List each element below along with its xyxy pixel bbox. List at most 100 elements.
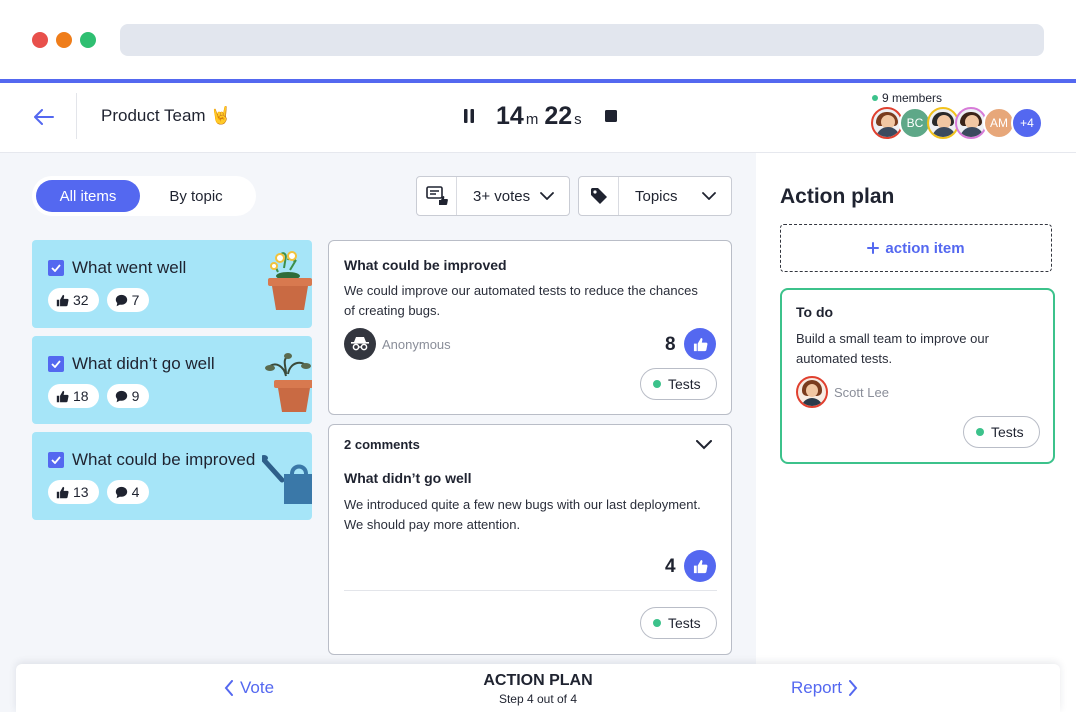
category-title: What could be improved	[72, 450, 256, 469]
app-header: Product Team 🤘 14 m 22 s 9 members BC AM +…	[0, 83, 1076, 153]
comment-icon	[115, 294, 127, 306]
window-close-dot[interactable]	[32, 32, 48, 48]
window-minimize-dot[interactable]	[56, 32, 72, 48]
upvote-button[interactable]	[684, 328, 716, 360]
topic-tag-label: Tests	[668, 615, 701, 631]
thumbs-up-icon	[693, 337, 707, 351]
window-maximize-dot[interactable]	[80, 32, 96, 48]
checkbox[interactable]	[48, 260, 64, 276]
header-divider	[76, 93, 77, 139]
assignee-name: Scott Lee	[834, 385, 889, 400]
comments-count-value: 4	[131, 484, 140, 500]
card-text: We could improve our automated tests to …	[344, 283, 698, 318]
todo-card[interactable]: To do Build a small team to improve our …	[780, 288, 1055, 464]
feedback-card: 2 comments What didn’t go well We introd…	[328, 424, 732, 655]
thumbs-up-icon	[693, 559, 707, 573]
comments-count-value: 7	[131, 292, 140, 308]
timer-minutes-unit: m	[525, 110, 539, 128]
comments-toggle[interactable]: 2 comments	[344, 437, 420, 452]
comment-icon	[115, 390, 127, 402]
pause-icon[interactable]	[460, 107, 478, 125]
comments-count: 4	[106, 480, 150, 504]
category-card[interactable]: What went well 32 7	[32, 240, 312, 328]
tag-color-dot	[653, 380, 661, 388]
view-all-items-tab[interactable]: All items	[36, 180, 140, 212]
assignee-avatar	[796, 376, 828, 408]
topic-tag-label: Tests	[668, 376, 701, 392]
flower-pot-illustration	[262, 248, 312, 320]
view-toggle: All items By topic	[32, 176, 256, 216]
browser-chrome	[0, 0, 1076, 80]
vote-count: 4	[665, 556, 676, 577]
topic-tag[interactable]: Tests	[640, 368, 717, 400]
add-action-item-button[interactable]: action item	[780, 224, 1052, 272]
action-plan-title: Action plan	[780, 185, 895, 208]
chevron-down-icon	[537, 192, 557, 200]
timer-seconds-unit: s	[574, 110, 582, 128]
team-name: Product Team 🤘	[101, 106, 232, 125]
add-action-item-label: action item	[885, 239, 965, 257]
topic-tag[interactable]: Tests	[640, 607, 717, 639]
timer-minutes: 14	[496, 101, 524, 130]
likes-count-value: 32	[73, 292, 89, 308]
timer-seconds: 22	[544, 101, 573, 130]
avatar-group[interactable]: BC AM +4	[871, 107, 1043, 139]
thumbs-up-icon	[56, 486, 69, 498]
card-category-title: What didn’t go well	[344, 470, 472, 486]
card-category-title: What could be improved	[344, 257, 507, 273]
card-text: We introduced quite a few new bugs with …	[344, 497, 701, 532]
topic-tag-label: Tests	[991, 424, 1024, 440]
step-title: ACTION PLAN	[483, 672, 593, 689]
view-by-topic-tab[interactable]: By topic	[140, 180, 252, 212]
checkbox[interactable]	[48, 356, 64, 372]
members-count[interactable]: 9 members	[872, 91, 942, 105]
category-title: What didn’t go well	[72, 354, 215, 373]
card-author: Anonymous	[382, 337, 451, 352]
back-arrow-icon[interactable]	[30, 103, 58, 131]
tag-icon	[579, 177, 619, 215]
likes-count: 18	[48, 384, 99, 408]
category-title: What went well	[72, 258, 187, 277]
chevron-right-icon	[849, 680, 858, 696]
members-count-label: 9 members	[882, 91, 943, 105]
card-divider	[344, 590, 717, 591]
next-step-label: Report	[791, 678, 843, 697]
comments-count-value: 9	[131, 388, 140, 404]
comment-icon	[115, 486, 127, 498]
votes-filter-label: 3+ votes	[473, 187, 531, 205]
category-card[interactable]: What could be improved 13 4	[32, 432, 312, 520]
category-card[interactable]: What didn’t go well 18 9	[32, 336, 312, 424]
step-navigation: Vote ACTION PLAN Step 4 out of 4 Report	[16, 664, 1060, 712]
likes-count-value: 13	[73, 484, 89, 500]
likes-count: 13	[48, 480, 99, 504]
likes-count: 32	[48, 288, 99, 312]
chevron-down-icon[interactable]	[696, 437, 712, 455]
plus-icon	[867, 242, 880, 254]
topic-tag[interactable]: Tests	[963, 416, 1040, 448]
upvote-button[interactable]	[684, 550, 716, 582]
todo-text: Build a small team to improve our automa…	[796, 331, 989, 366]
chevron-down-icon	[699, 192, 719, 200]
anonymous-avatar-icon	[344, 328, 376, 360]
likes-count-value: 18	[73, 388, 89, 404]
todo-status: To do	[796, 304, 834, 320]
next-step-link[interactable]: Report	[791, 678, 858, 698]
topics-filter-label: Topics	[635, 187, 678, 205]
timer: 14 m 22 s	[460, 99, 620, 133]
feedback-card: What could be improved We could improve …	[328, 240, 732, 415]
action-plan-panel: Action plan action item To do Build a sm…	[756, 153, 1076, 712]
checkbox[interactable]	[48, 452, 64, 468]
thumbs-up-icon	[56, 390, 69, 402]
online-indicator	[872, 95, 878, 101]
avatar-initials: +4	[1011, 107, 1043, 139]
board-area: All items By topic 3+ votes Topics What …	[0, 153, 756, 712]
thumbs-up-icon	[56, 294, 69, 306]
address-bar[interactable]	[120, 24, 1044, 56]
tag-color-dot	[653, 619, 661, 627]
comments-count: 7	[106, 288, 150, 312]
stop-icon[interactable]	[602, 107, 620, 125]
wilted-plant-illustration	[262, 344, 312, 416]
votes-filter-dropdown[interactable]: 3+ votes	[416, 176, 570, 216]
tag-color-dot	[976, 428, 984, 436]
topics-filter-dropdown[interactable]: Topics	[578, 176, 732, 216]
